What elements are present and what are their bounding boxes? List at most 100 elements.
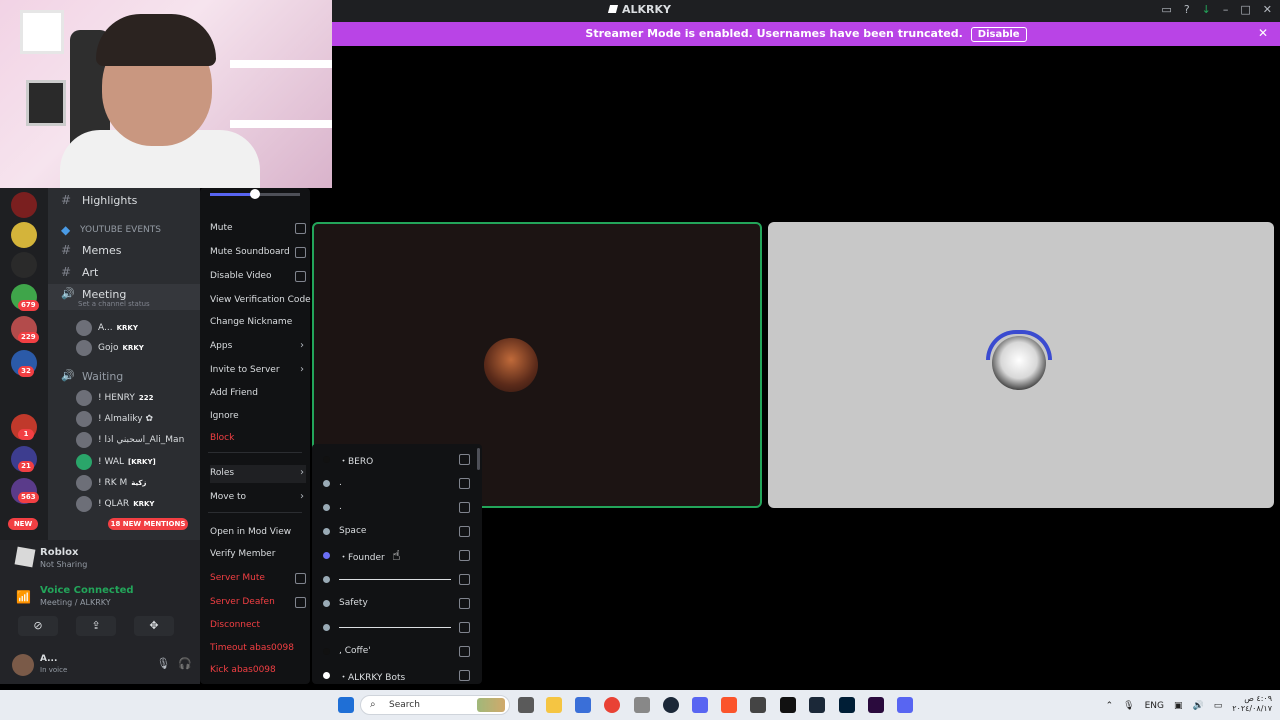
menu-verify-member[interactable]: Verify Member bbox=[210, 546, 306, 564]
role-checkbox[interactable] bbox=[459, 454, 470, 465]
menu-timeout[interactable]: Timeout abas0098 bbox=[210, 640, 306, 658]
photoshop-icon[interactable] bbox=[839, 697, 855, 713]
taskbar-search[interactable]: ⌕ Search bbox=[360, 695, 510, 715]
menu-kick[interactable]: Kick abas0098 bbox=[210, 662, 306, 680]
disable-streamer-mode-button[interactable]: Disable bbox=[970, 27, 1027, 42]
role-item[interactable]: Safety bbox=[312, 594, 482, 614]
channel-highlights[interactable]: # Highlights bbox=[48, 190, 200, 210]
checkbox[interactable] bbox=[295, 223, 306, 234]
language-indicator[interactable]: ENG bbox=[1145, 701, 1164, 711]
channel-memes[interactable]: # Memes bbox=[48, 240, 200, 260]
activities-button[interactable]: ✥ bbox=[134, 616, 174, 636]
menu-mute-soundboard[interactable]: Mute Soundboard bbox=[210, 244, 306, 262]
role-checkbox[interactable] bbox=[459, 526, 470, 537]
role-item[interactable]: . bbox=[312, 498, 482, 518]
voice-location[interactable]: Meeting / ALKRKY bbox=[40, 598, 111, 607]
role-item[interactable]: ・BERO bbox=[312, 450, 482, 470]
menu-open-in-mod-view[interactable]: Open in Mod View bbox=[210, 524, 306, 542]
checkbox[interactable] bbox=[295, 597, 306, 608]
start-icon[interactable] bbox=[338, 697, 354, 713]
capcut-icon[interactable] bbox=[780, 697, 796, 713]
steam-icon[interactable] bbox=[809, 697, 825, 713]
menu-ignore[interactable]: Ignore bbox=[210, 408, 306, 426]
menu-add-friend[interactable]: Add Friend bbox=[210, 385, 306, 403]
volume-icon[interactable]: 🔊 bbox=[1193, 701, 1204, 711]
video-tile[interactable] bbox=[768, 222, 1274, 508]
role-name: Space bbox=[339, 526, 367, 536]
download-icon[interactable]: ↓ bbox=[1202, 3, 1211, 16]
role-checkbox[interactable] bbox=[459, 574, 470, 585]
close-button[interactable]: ✕ bbox=[1263, 3, 1272, 16]
chevron-up-icon[interactable]: ⌃ bbox=[1106, 701, 1114, 711]
role-item[interactable]: Space bbox=[312, 522, 482, 542]
menu-disable-video[interactable]: Disable Video bbox=[210, 268, 306, 286]
role-item[interactable]: . bbox=[312, 474, 482, 494]
discord-icon[interactable] bbox=[692, 697, 708, 713]
role-checkbox[interactable] bbox=[459, 646, 470, 657]
menu-server-mute[interactable]: Server Mute bbox=[210, 570, 306, 588]
role-checkbox[interactable] bbox=[459, 598, 470, 609]
menu-roles[interactable]: Roles › bbox=[210, 465, 306, 483]
avatar[interactable] bbox=[12, 654, 34, 676]
server-icon[interactable] bbox=[11, 252, 37, 278]
server-icon[interactable] bbox=[11, 192, 37, 218]
headphones-icon[interactable]: 🎧 bbox=[178, 657, 192, 670]
banner-close-icon[interactable]: ✕ bbox=[1258, 26, 1268, 40]
maximize-button[interactable]: □ bbox=[1240, 3, 1250, 16]
checkbox[interactable] bbox=[295, 247, 306, 258]
role-name: , Coffe' bbox=[339, 646, 371, 656]
category-youtube-events[interactable]: ◆ YOUTUBE EVENTS bbox=[48, 220, 200, 240]
battery-icon[interactable]: ▭ bbox=[1214, 701, 1223, 711]
menu-invite-to-server[interactable]: Invite to Server › bbox=[210, 362, 306, 380]
role-item[interactable]: , Coffe' bbox=[312, 642, 482, 662]
role-item[interactable] bbox=[312, 570, 482, 590]
menu-server-deafen[interactable]: Server Deafen bbox=[210, 594, 306, 612]
screen-share-button[interactable]: ⇪ bbox=[76, 616, 116, 636]
role-checkbox[interactable] bbox=[459, 622, 470, 633]
menu-move-to[interactable]: Move to › bbox=[210, 489, 306, 507]
menu-block[interactable]: Block bbox=[210, 430, 306, 448]
checkbox[interactable] bbox=[295, 271, 306, 282]
menu-mute[interactable]: Mute bbox=[210, 220, 306, 238]
server-icon[interactable] bbox=[11, 222, 37, 248]
signal-icon[interactable]: 📶 bbox=[16, 590, 31, 604]
voice-channel-waiting[interactable]: 🔊 Waiting bbox=[48, 366, 200, 386]
checkbox[interactable] bbox=[295, 573, 306, 584]
network-icon[interactable]: ▣ bbox=[1174, 701, 1183, 711]
volume-slider-handle[interactable] bbox=[250, 189, 260, 199]
role-checkbox[interactable] bbox=[459, 502, 470, 513]
help-icon[interactable]: ? bbox=[1184, 3, 1190, 16]
chrome-icon[interactable] bbox=[604, 697, 620, 713]
microphone-icon[interactable]: 🎙 bbox=[156, 657, 170, 670]
role-color-dot bbox=[323, 648, 330, 655]
app-icon[interactable] bbox=[750, 697, 766, 713]
menu-apps[interactable]: Apps › bbox=[210, 338, 306, 356]
role-checkbox[interactable] bbox=[459, 670, 470, 681]
role-checkbox[interactable] bbox=[459, 550, 470, 561]
inbox-icon[interactable]: ▭ bbox=[1161, 3, 1171, 16]
new-mentions-pill[interactable]: 18 NEW MENTIONS bbox=[108, 518, 188, 530]
store-icon[interactable] bbox=[575, 697, 591, 713]
menu-change-nickname[interactable]: Change Nickname bbox=[210, 314, 306, 332]
role-checkbox[interactable] bbox=[459, 478, 470, 489]
task-view-icon[interactable] bbox=[518, 697, 534, 713]
discord-icon[interactable] bbox=[897, 697, 913, 713]
role-item[interactable]: ・ALKRKY Bots bbox=[312, 666, 482, 686]
new-unreads-pill[interactable]: NEW bbox=[8, 518, 38, 530]
voice-channel-meeting[interactable]: 🔊 Meeting Set a channel status bbox=[48, 284, 200, 310]
file-explorer-icon[interactable] bbox=[546, 697, 562, 713]
premiere-icon[interactable] bbox=[868, 697, 884, 713]
clock[interactable]: ٤:٠٩ ص ٢٠٢٤/٠٨/١٧ bbox=[1232, 694, 1272, 714]
channel-art[interactable]: # Art bbox=[48, 262, 200, 282]
brave-icon[interactable] bbox=[721, 697, 737, 713]
channel-status[interactable]: Set a channel status bbox=[78, 300, 150, 308]
camera-off-button[interactable]: ⊘ bbox=[18, 616, 58, 636]
voice-connected-status[interactable]: Voice Connected bbox=[40, 585, 134, 596]
menu-disconnect[interactable]: Disconnect bbox=[210, 617, 306, 635]
settings-icon[interactable] bbox=[634, 697, 650, 713]
role-item[interactable] bbox=[312, 618, 482, 638]
microphone-icon[interactable]: 🎙 bbox=[1123, 701, 1134, 711]
steam-icon[interactable] bbox=[663, 697, 679, 713]
menu-view-verification-code[interactable]: View Verification Code bbox=[210, 292, 311, 310]
minimize-button[interactable]: – bbox=[1223, 3, 1229, 16]
